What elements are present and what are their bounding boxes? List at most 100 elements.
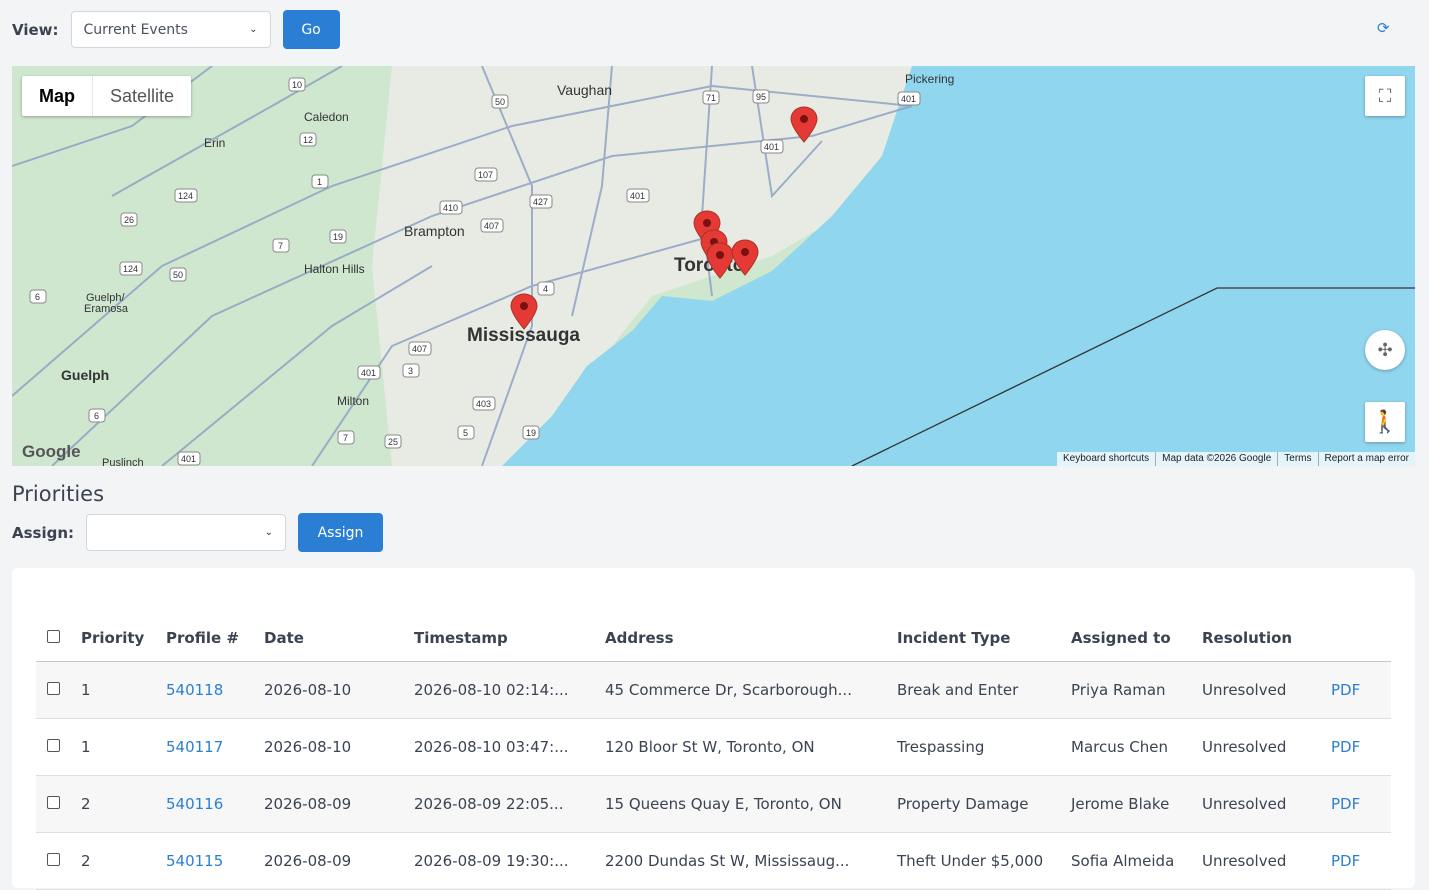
map-type-satellite-button[interactable]: Satellite <box>93 76 191 116</box>
map-data-text: Map data ©2026 Google <box>1155 452 1277 466</box>
row-checkbox[interactable] <box>47 681 60 695</box>
svg-text:401: 401 <box>630 191 645 201</box>
svg-text:50: 50 <box>495 97 505 107</box>
resolution-cell: Unresolved <box>1202 832 1331 890</box>
svg-text:Milton: Milton <box>337 394 369 408</box>
svg-text:10: 10 <box>292 80 302 90</box>
priority-cell: 2 <box>81 832 166 890</box>
map[interactable]: Vaughan Pickering Caledon Erin Brampton … <box>12 66 1415 466</box>
svg-text:401: 401 <box>181 454 196 464</box>
assign-bar: Assign: ⌄ Assign <box>12 513 384 552</box>
svg-text:407: 407 <box>412 344 427 354</box>
row-checkbox[interactable] <box>47 795 60 809</box>
report-map-error-link[interactable]: Report a map error <box>1317 452 1415 466</box>
address-cell: 15 Queens Quay E, Toronto, ON <box>605 775 897 833</box>
priority-cell: 1 <box>81 718 166 776</box>
timestamp-cell: 2026-08-10 02:14:... <box>414 661 605 719</box>
profile-link[interactable]: 540117 <box>166 718 264 776</box>
timestamp-cell: 2026-08-09 22:05... <box>414 775 605 833</box>
svg-text:7: 7 <box>343 433 348 443</box>
date-cell: 2026-08-09 <box>264 775 414 833</box>
svg-text:401: 401 <box>764 142 779 152</box>
priority-cell: 1 <box>81 661 166 719</box>
select-all-checkbox[interactable] <box>47 630 60 644</box>
resolution-cell: Unresolved <box>1202 718 1331 776</box>
column-header-priority[interactable]: Priority <box>81 616 166 662</box>
chevron-down-icon: ⌄ <box>264 527 274 538</box>
svg-text:7: 7 <box>278 241 283 251</box>
svg-text:427: 427 <box>533 197 548 207</box>
row-checkbox[interactable] <box>47 738 60 752</box>
events-table-card: Priority Profile # Date Timestamp Addres… <box>12 568 1415 890</box>
svg-text:Caledon: Caledon <box>304 110 349 124</box>
view-select[interactable]: Current Events ⌄ <box>70 11 271 48</box>
priority-cell: 2 <box>81 775 166 833</box>
view-bar: View: Current Events ⌄ Go <box>12 10 340 49</box>
refresh-icon[interactable]: ⟳ <box>1377 19 1390 37</box>
profile-link[interactable]: 540116 <box>166 775 264 833</box>
svg-text:Erin: Erin <box>204 136 225 150</box>
svg-text:50: 50 <box>173 270 183 280</box>
svg-text:403: 403 <box>476 399 491 409</box>
view-select-value: Current Events <box>83 21 188 38</box>
column-header-profile[interactable]: Profile # <box>166 616 264 662</box>
map-type-map-button[interactable]: Map <box>22 76 93 116</box>
svg-text:5: 5 <box>463 428 468 438</box>
row-checkbox[interactable] <box>47 852 60 866</box>
svg-text:19: 19 <box>526 428 536 438</box>
address-cell: 120 Bloor St W, Toronto, ON <box>605 718 897 776</box>
column-header-timestamp[interactable]: Timestamp <box>414 616 605 662</box>
svg-text:25: 25 <box>388 437 398 447</box>
priorities-title: Priorities <box>12 482 105 506</box>
assign-button[interactable]: Assign <box>298 513 384 552</box>
table-row[interactable]: 1 540117 2026-08-10 2026-08-10 03:47:...… <box>36 718 1391 776</box>
svg-text:12: 12 <box>303 135 313 145</box>
column-header-date[interactable]: Date <box>264 616 414 662</box>
pegman-icon[interactable]: 🚶 <box>1365 402 1405 442</box>
column-header-resolution[interactable]: Resolution <box>1202 616 1331 662</box>
svg-text:Guelph: Guelph <box>61 367 109 383</box>
svg-text:124: 124 <box>178 191 193 201</box>
map-type-toggle: Map Satellite <box>22 76 192 116</box>
svg-text:124: 124 <box>123 264 138 274</box>
go-button[interactable]: Go <box>282 10 340 49</box>
profile-link[interactable]: 540118 <box>166 661 264 719</box>
table-row[interactable]: 2 540116 2026-08-09 2026-08-09 22:05... … <box>36 775 1391 833</box>
column-header-incident-type[interactable]: Incident Type <box>897 616 1071 662</box>
assign-label: Assign: <box>12 523 75 542</box>
timestamp-cell: 2026-08-09 19:30:... <box>414 832 605 890</box>
date-cell: 2026-08-09 <box>264 832 414 890</box>
column-header-assigned-to[interactable]: Assigned to <box>1071 616 1202 662</box>
pdf-link[interactable]: PDF <box>1331 718 1391 776</box>
assigned-to-cell: Marcus Chen <box>1071 718 1202 776</box>
svg-text:1: 1 <box>317 177 322 187</box>
fullscreen-icon[interactable]: ⛶ <box>1365 76 1405 116</box>
profile-link[interactable]: 540115 <box>166 832 264 890</box>
assigned-to-cell: Jerome Blake <box>1071 775 1202 833</box>
assigned-to-cell: Sofia Almeida <box>1071 832 1202 890</box>
svg-text:Brampton: Brampton <box>404 223 465 239</box>
camera-control-icon[interactable]: ✣ <box>1365 330 1405 370</box>
pdf-link[interactable]: PDF <box>1331 775 1391 833</box>
svg-text:Puslinch: Puslinch <box>102 457 144 466</box>
keyboard-shortcuts-link[interactable]: Keyboard shortcuts <box>1057 452 1155 466</box>
map-attribution: Keyboard shortcuts Map data ©2026 Google… <box>1056 452 1415 466</box>
column-header-address[interactable]: Address <box>605 616 897 662</box>
svg-text:Halton Hills: Halton Hills <box>304 262 365 276</box>
table-row[interactable]: 2 540115 2026-08-09 2026-08-09 19:30:...… <box>36 832 1391 890</box>
pdf-link[interactable]: PDF <box>1331 832 1391 890</box>
address-cell: 45 Commerce Dr, Scarborough... <box>605 661 897 719</box>
events-table: Priority Profile # Date Timestamp Addres… <box>36 616 1391 890</box>
map-canvas: Vaughan Pickering Caledon Erin Brampton … <box>12 66 1415 466</box>
pdf-link[interactable]: PDF <box>1331 661 1391 719</box>
terms-link[interactable]: Terms <box>1277 452 1317 466</box>
timestamp-cell: 2026-08-10 03:47:... <box>414 718 605 776</box>
incident-type-cell: Break and Enter <box>897 661 1071 719</box>
table-row[interactable]: 1 540118 2026-08-10 2026-08-10 02:14:...… <box>36 661 1391 719</box>
assign-select[interactable]: ⌄ <box>86 514 287 551</box>
svg-text:19: 19 <box>333 232 343 242</box>
svg-text:410: 410 <box>443 203 458 213</box>
incident-type-cell: Theft Under $5,000 <box>897 832 1071 890</box>
svg-text:107: 107 <box>478 170 493 180</box>
svg-text:26: 26 <box>124 215 134 225</box>
